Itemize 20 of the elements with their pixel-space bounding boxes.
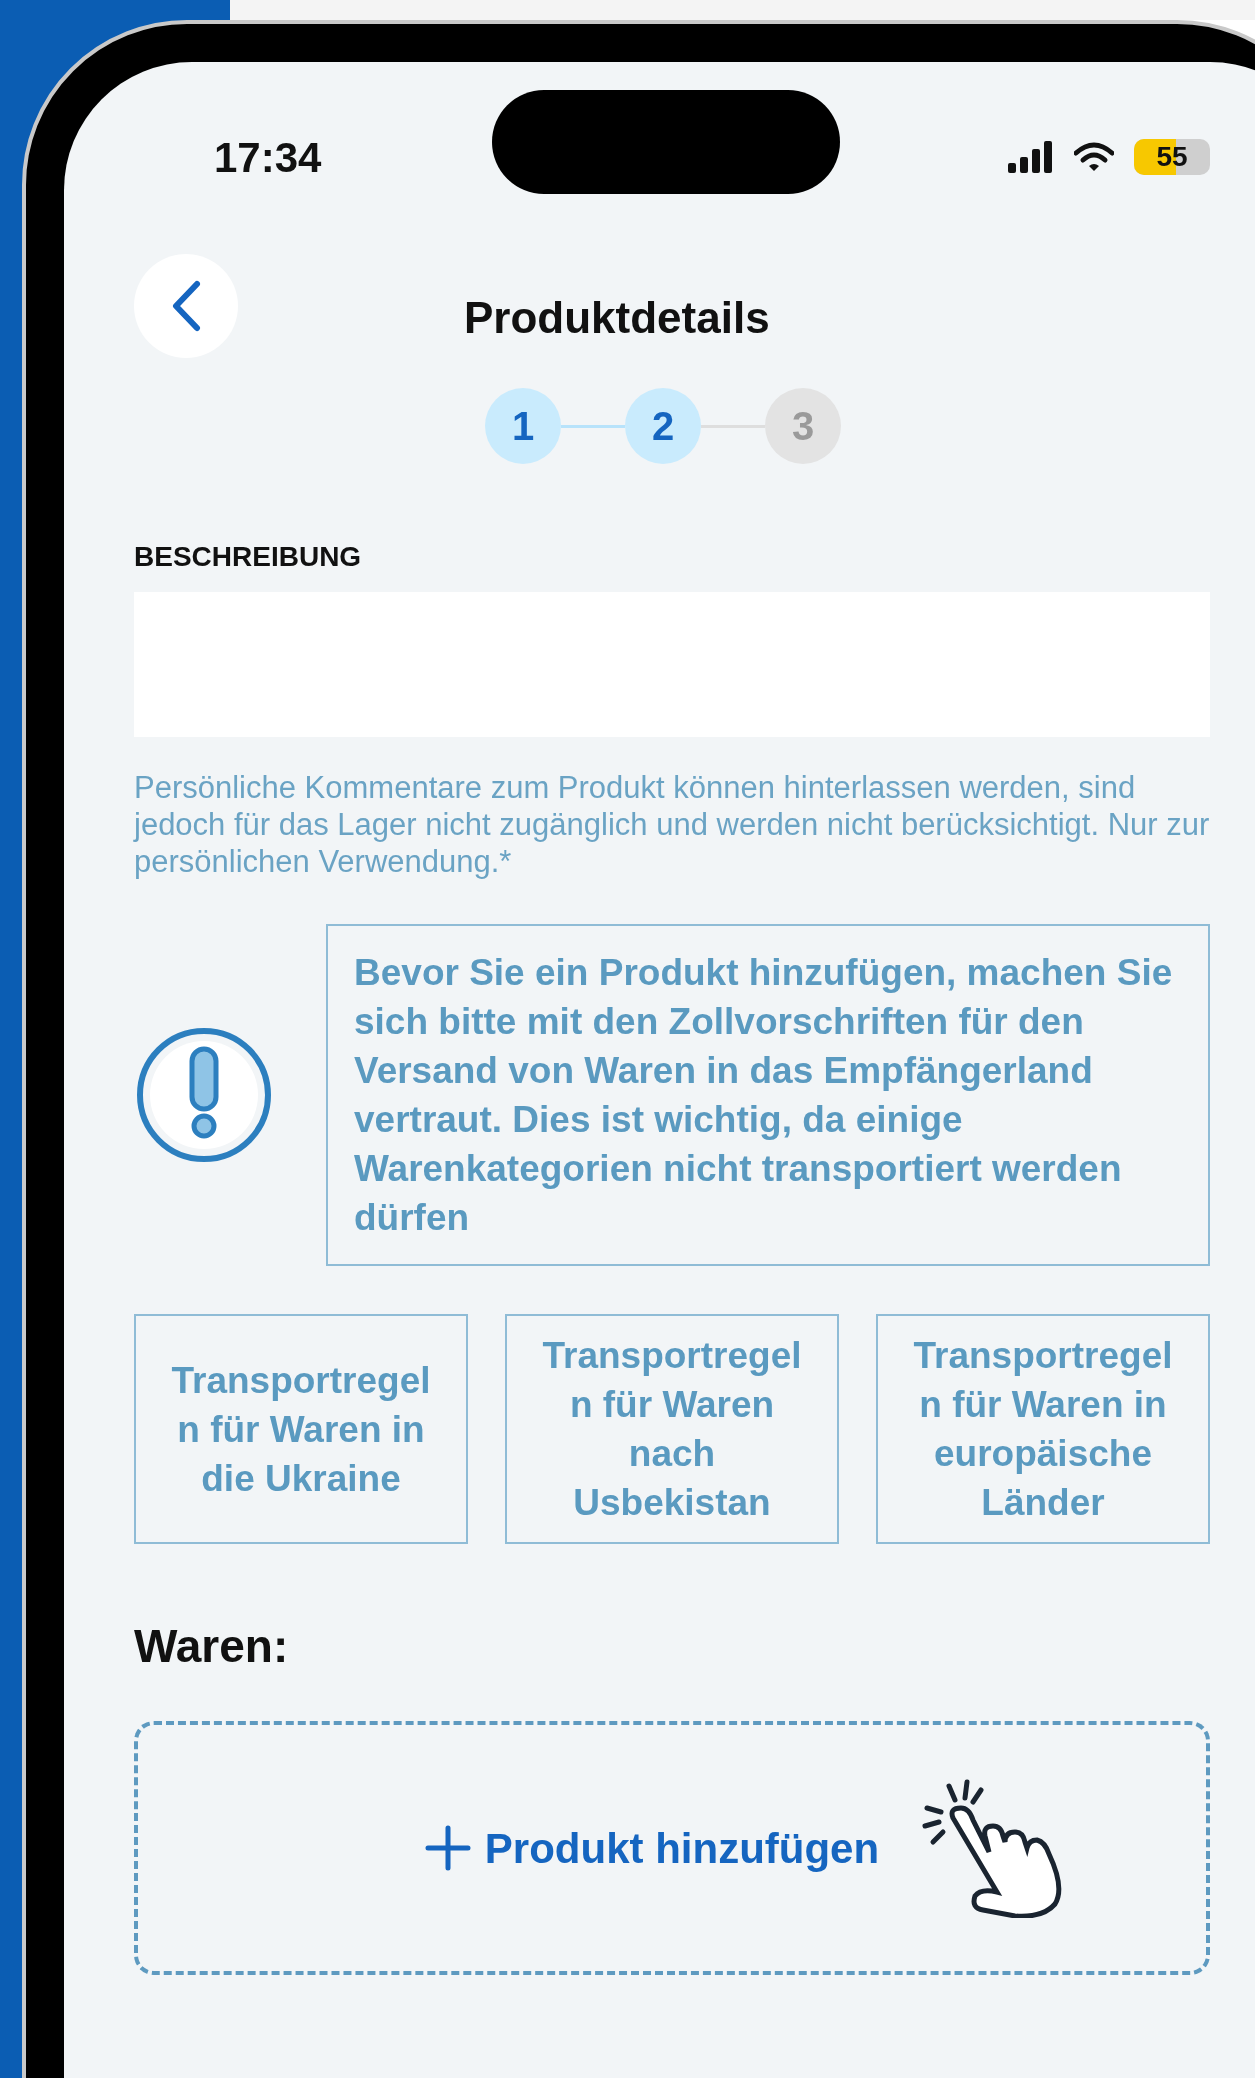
field-label: BESCHREIBUNG [134,540,363,574]
transport-rules-link[interactable]: Transportregel n für Waren in die Ukraine [134,1314,468,1544]
step-indicator: 1 [485,388,561,464]
status-time: 17:34 [214,132,322,183]
signal-icon [1008,141,1054,173]
step-indicator: 3 [765,388,841,464]
section-heading: Waren: [134,1619,290,1674]
back-chevron-icon [171,280,201,332]
transport-rules-link[interactable]: Transportregel n für Waren in europäische Länder [876,1314,1210,1544]
add-product-area[interactable]: Produkt hinzufügen [134,1721,1210,1975]
step-connector [561,424,625,428]
transport-rules-link[interactable]: Transportregel n für Waren nach Usbekistan [505,1314,839,1544]
step-indicator: 2 [625,388,701,464]
exclamation-icon [134,1025,274,1165]
wifi-icon [1074,142,1114,172]
page-title: Produktdetails [464,292,770,344]
description-hint: Persönliche Kommentare zum Produkt können hinterlassen werden, sind jedoch für das Lager nicht zugänglich und werden nicht berücksichtigt. Nur zur persönlichen Verwendung.* [134,769,1210,880]
warning-box: Bevor Sie ein Produkt hinzufügen, machen Sie sich bitte mit den Zollvorschriften für den Versand von Waren in das Empfängerland vertraut. Dies ist wichtig, da einige Warenkategorien nicht transportiert werden dürfen [326,924,1210,1266]
plus-icon [424,1825,471,1871]
add-product-button[interactable]: Produkt hinzufügen [424,1816,880,1880]
